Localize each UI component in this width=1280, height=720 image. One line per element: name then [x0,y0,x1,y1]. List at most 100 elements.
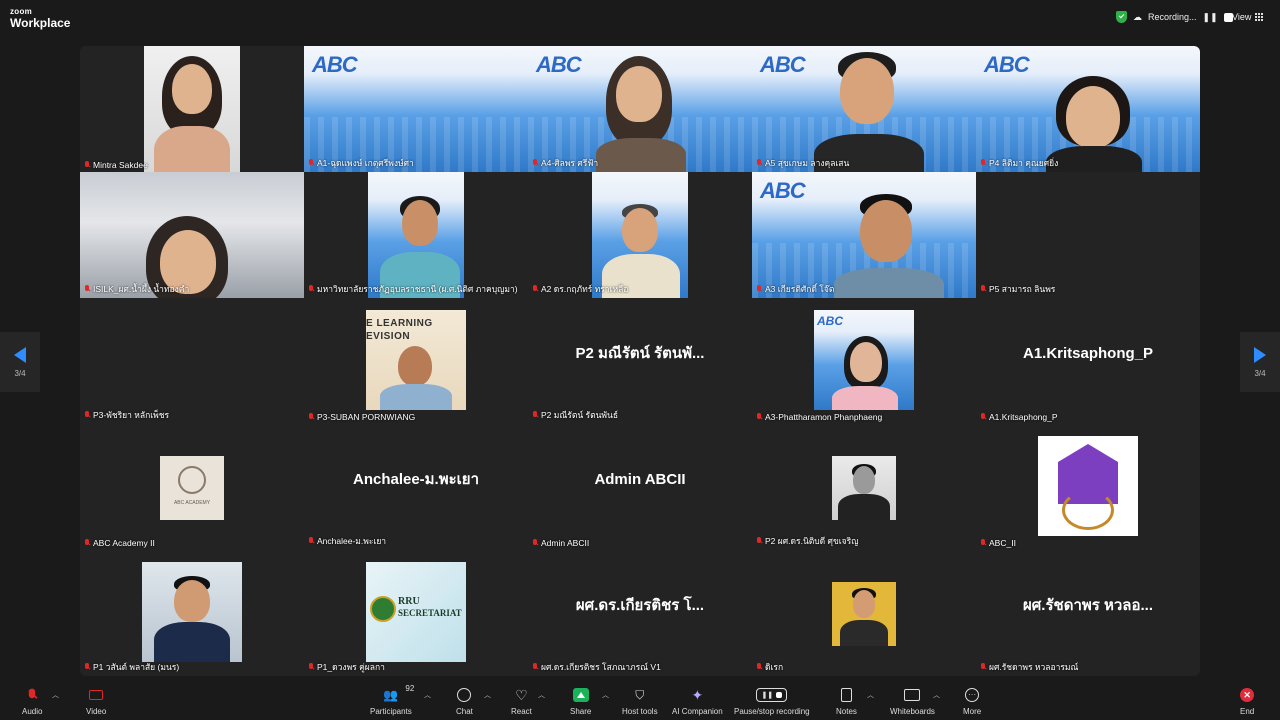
participant-name: A3-Phattharamon Phanphaeng [756,412,882,422]
participant-tile[interactable]: มหาวิทยาลัยราชภัฏอุบลราชธานี (ผ.ศ.นิติศ … [304,172,528,298]
participant-name: A3 เกียรติศักดิ์ โจ๊ต [756,282,834,296]
mic-muted-icon [756,663,762,671]
recording-label: Recording... [1148,12,1197,22]
participant-tile[interactable]: ABC ACADEMY ABC Academy II [80,424,304,550]
participant-name: A4-ศิลพร ศรีฟ้า [532,156,598,170]
brand-top: zoom [10,7,33,16]
participant-tile[interactable]: ABC A1-ฉุดแพงษ์ เกตุศรีพงษ์ศา [304,46,528,172]
view-label: View [1232,12,1252,22]
prev-page-button[interactable]: 3/4 [0,332,40,392]
audio-button[interactable]: Audio [22,686,42,716]
react-options-chevron-icon[interactable]: ︿ [538,690,545,700]
pause-stop-icon: ❚❚ [756,686,788,704]
participant-tile[interactable]: P2 มณีรัตน์ รัตนพั... P2 มณีรัตน์ รัตนพั… [528,298,752,424]
participant-display-name: A1.Kritsaphong_P [1022,344,1154,362]
participant-video: ABC [976,46,1200,172]
whiteboards-options-chevron-icon[interactable]: ︿ [933,690,940,700]
mic-muted-icon [532,539,538,547]
profile-photo: ABC ACADEMY [160,456,224,520]
share-button[interactable]: Share [570,686,591,716]
participant-tile[interactable]: Anchalee-ม.พะเยา Anchalee-ม.พะเยา [304,424,528,550]
profile-photo [142,562,242,662]
participant-tile[interactable]: ผศ.รัชดาพร หวลอ... ผศ.รัชดาพร หวลอารมณ์ [976,550,1200,676]
zoom-workplace-logo: zoom Workplace [10,7,70,30]
chat-button[interactable]: Chat [456,686,473,716]
participant-name: P3-พัชริยา หลักเพ็ชร [84,408,169,422]
view-button[interactable]: View [1232,12,1264,22]
meeting-controls: Audio ︿ Video 👥 92 Participants ︿ Chat ︿… [0,682,1280,720]
participants-options-chevron-icon[interactable]: ︿ [424,690,431,700]
mic-muted-icon [84,663,90,671]
notes-options-chevron-icon[interactable]: ︿ [867,690,874,700]
next-page-button[interactable]: 3/4 [1240,332,1280,392]
participant-display-name: Anchalee-ม.พะเยา [352,471,480,488]
mic-muted-icon [980,539,986,547]
video-button[interactable]: Video [86,686,106,716]
mic-muted-icon [756,159,762,167]
ai-companion-button[interactable]: ✦ AI Companion [672,686,723,717]
participant-video [368,172,464,298]
notes-icon [840,686,852,704]
participant-display-name: ผศ.รัชดาพร หวลอ... [1022,597,1153,614]
participant-tile[interactable]: ผศ.ดร.เกียรติชร โ... ผศ.ดร.เกียรติชร โสภ… [528,550,752,676]
participant-tile[interactable]: A1.Kritsaphong_P A1.Kritsaphong_P [976,298,1200,424]
participant-tile[interactable]: ABC_II [976,424,1200,550]
participant-tile[interactable]: ดิเรก [752,550,976,676]
host-tools-button[interactable]: ⛉ Host tools [622,686,658,717]
participant-tile[interactable]: ABC A3-Phattharamon Phanphaeng [752,298,976,424]
participant-tile[interactable]: RRU SECRETARIAT P1_ดวงพร คู่ผลกา [304,550,528,676]
participant-tile[interactable]: Mintra Sakdee [80,46,304,172]
participant-tile[interactable]: ISILK_ผศ.น้ำผึ้ง น้ำทองคำ [80,172,304,298]
participant-tile[interactable]: ABC A3 เกียรติศักดิ์ โจ๊ต [752,172,976,298]
participant-name: P4 ลิติมา คุณยศยิ่ง [980,156,1058,170]
audio-options-chevron-icon[interactable]: ︿ [52,690,59,700]
pause-stop-recording-button[interactable]: ❚❚ Pause/stop recording [734,686,810,716]
participant-name: P1 วสันต์ พลาสัย (มนร) [84,660,179,674]
participant-tile[interactable]: P2 ผศ.ดร.นิติบดี ศุขเจริญ [752,424,976,550]
more-button[interactable]: ··· More [963,686,981,716]
mic-muted-icon [308,663,314,671]
mic-muted-icon [84,411,90,419]
share-screen-icon [572,686,589,704]
participant-name: Admin ABCII [532,538,589,548]
participant-tile[interactable]: P5 สามารถ ลินพร [976,172,1200,298]
recording-indicator[interactable]: ☁ Recording... ❚❚ [1116,11,1233,23]
participant-tile[interactable]: E LEARNING EVISION P3-SUBAN PORNWIANG [304,298,528,424]
participant-tile[interactable]: ABC A4-ศิลพร ศรีฟ้า [528,46,752,172]
participant-display-name: Admin ABCII [594,470,686,488]
participant-tile[interactable]: A2 ดร.กฤภัทร์ ทราเหลือ [528,172,752,298]
participant-video: ABC [752,172,976,298]
mic-muted-icon [308,285,314,293]
chat-options-chevron-icon[interactable]: ︿ [484,690,491,700]
chevron-left-icon [14,346,26,363]
whiteboards-button[interactable]: Whiteboards [890,686,935,716]
participants-button[interactable]: 👥 92 Participants [370,684,414,716]
participant-video [80,172,304,298]
participant-name: ดิเรก [756,660,783,674]
participant-tile[interactable]: P3-พัชริยา หลักเพ็ชร [80,298,304,424]
notes-button[interactable]: Notes [836,686,857,716]
heart-icon: ♡ [515,686,528,703]
participant-tile[interactable]: Admin ABCII Admin ABCII [528,424,752,550]
mic-muted-icon [532,285,538,293]
participant-video: ABC [752,46,976,172]
chat-icon [457,686,472,704]
shield-icon [1116,11,1127,23]
profile-photo [832,456,896,520]
participant-tile[interactable]: ABC P4 ลิติมา คุณยศยิ่ง [976,46,1200,172]
participant-tile[interactable]: P1 วสันต์ พลาสัย (มนร) [80,550,304,676]
profile-photo: RRU SECRETARIAT [366,562,466,662]
mic-muted-icon [532,159,538,167]
participant-display-name: ผศ.ดร.เกียรติชร โ... [575,597,705,614]
end-meeting-button[interactable]: ✕ End [1240,686,1254,716]
shield-icon: ⛉ [635,687,645,702]
participant-name: ABC Academy II [84,538,155,548]
share-options-chevron-icon[interactable]: ︿ [602,690,609,700]
whiteboard-icon [904,686,921,704]
mic-muted-icon [980,159,986,167]
pause-recording-icon[interactable]: ❚❚ [1203,12,1218,23]
participant-video: ABC [528,46,752,172]
participant-tile[interactable]: ABC A5 สุขเกษม ลางคุลเสน [752,46,976,172]
react-button[interactable]: ♡ React [511,686,532,717]
top-bar: zoom Workplace ☁ Recording... ❚❚ View [0,0,1280,36]
